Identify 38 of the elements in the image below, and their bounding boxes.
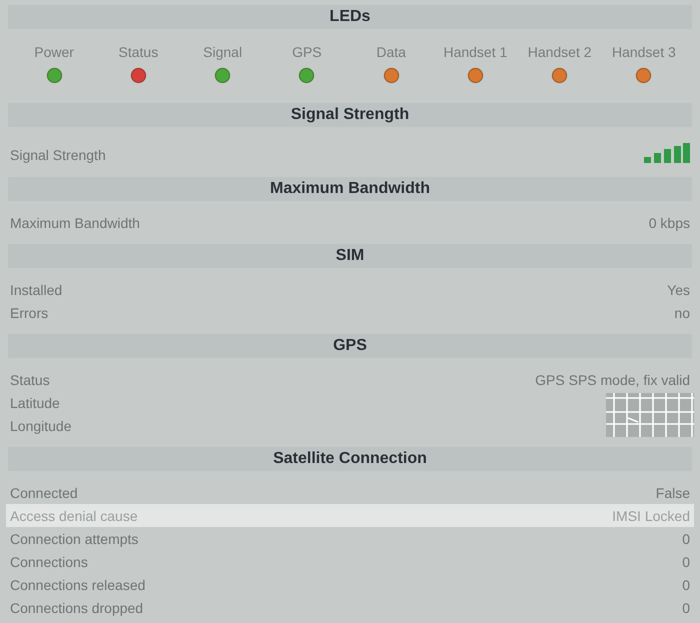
row-value: 0 (682, 554, 690, 570)
section-heading: Signal Strength (8, 103, 692, 127)
led-label: GPS (292, 43, 322, 61)
signal-bars-icon (644, 143, 690, 163)
row-label: Connections dropped (10, 600, 144, 616)
row-value: 0 (682, 600, 690, 616)
row-label: Connected (10, 484, 78, 500)
row-label: Access denial cause (10, 508, 138, 524)
led-label: Status (118, 43, 158, 61)
row-label: Installed (10, 282, 62, 298)
row-label: Longitude (10, 418, 72, 434)
row-label: Status (10, 372, 50, 388)
led-label: Handset 2 (528, 43, 592, 61)
led-label: Data (376, 43, 406, 61)
row-value: False (656, 484, 690, 500)
row-label: Errors (10, 304, 48, 320)
row-value: IMSI Locked (612, 508, 690, 524)
section-heading: SIM (8, 244, 692, 268)
row-label: Maximum Bandwidth (10, 214, 140, 230)
row-value: Yes (667, 282, 690, 298)
row-value: GPS SPS mode, fix valid (535, 372, 690, 388)
row-value: no (674, 304, 690, 320)
row-value: 0 kbps (648, 214, 690, 230)
row-value: 0 (682, 530, 690, 546)
section-heading: GPS (8, 334, 692, 358)
section-heading: Satellite Connection (8, 447, 692, 471)
row-label: Connection attempts (10, 530, 138, 546)
row-label: Connections (10, 554, 88, 570)
row-label: Signal Strength (10, 147, 106, 163)
section-heading: LEDs (8, 5, 692, 29)
row-value: 0 (682, 576, 690, 592)
row-label: Connections released (10, 576, 146, 592)
led-label: Handset 1 (443, 43, 508, 61)
led-label: Handset 3 (612, 43, 676, 61)
section-heading: Maximum Bandwidth (8, 177, 692, 201)
row-label: Latitude (10, 394, 60, 410)
led-label: Power (34, 43, 74, 61)
led-label: Signal (203, 43, 242, 61)
